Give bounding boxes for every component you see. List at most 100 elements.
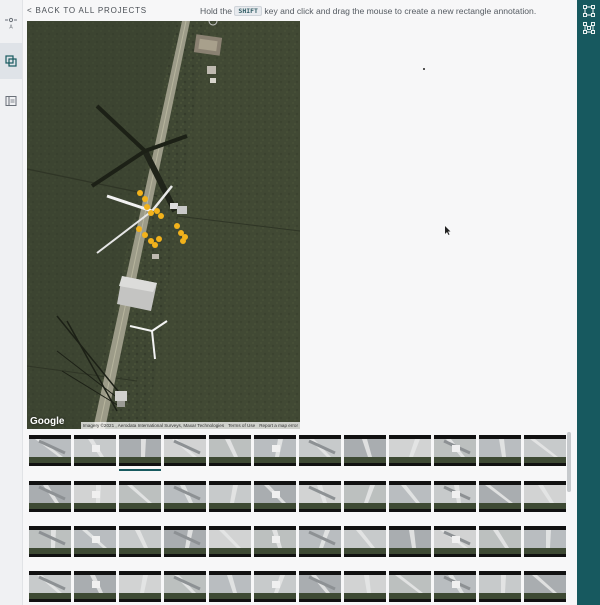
thumbnail-image: [209, 435, 251, 466]
thumbnail-image: [524, 435, 566, 466]
thumbnail-item[interactable]: [524, 435, 566, 466]
thumbnail-image: [524, 571, 566, 602]
shift-key-badge: SHIFT: [234, 6, 262, 16]
thumbnail-item[interactable]: [389, 435, 431, 466]
thumbnail-item[interactable]: [119, 571, 161, 602]
thumbnail-item[interactable]: [299, 435, 341, 466]
thumbnail-image: [29, 481, 71, 512]
thumbnail-image: [434, 571, 476, 602]
thumbnail-item[interactable]: [164, 481, 206, 512]
layers-tool-button[interactable]: [0, 43, 22, 79]
thumbnail-image: [254, 481, 296, 512]
thumbnail-item[interactable]: [479, 526, 521, 557]
thumbnail-image: [209, 571, 251, 602]
right-toolbar: [577, 0, 600, 605]
thumbnail-image: [254, 526, 296, 557]
imagery-credit: Imagery ©2021 , Aerodata International S…: [82, 423, 225, 428]
thumbnail-item[interactable]: [344, 526, 386, 557]
report-map-error-link[interactable]: Report a map error: [259, 423, 298, 428]
google-logo: Google: [30, 416, 65, 427]
thumbnail-item[interactable]: [164, 435, 206, 466]
thumbnail-item[interactable]: [74, 526, 116, 557]
thumbnail-item[interactable]: [389, 481, 431, 512]
panel-icon: [5, 96, 17, 106]
thumbnail-item[interactable]: [164, 526, 206, 557]
thumbnail-item[interactable]: [389, 526, 431, 557]
thumbnail-item[interactable]: [479, 435, 521, 466]
thumbnail-image: [299, 571, 341, 602]
thumbnail-item[interactable]: [119, 435, 161, 466]
thumbnail-item[interactable]: [74, 435, 116, 466]
thumbnail-item[interactable]: [254, 526, 296, 557]
thumbnail-image: [74, 481, 116, 512]
thumbnail-image: [119, 435, 161, 466]
thumbnail-image: [389, 481, 431, 512]
thumbnail-item[interactable]: [254, 481, 296, 512]
thumbnail-image: [479, 481, 521, 512]
hint-text-before: Hold the: [200, 6, 233, 16]
thumbnail-item[interactable]: [29, 526, 71, 557]
thumbnail-item[interactable]: [29, 571, 71, 602]
thumbnail-item[interactable]: [524, 526, 566, 557]
thumbnail-item[interactable]: [209, 526, 251, 557]
thumbnail-item[interactable]: [74, 571, 116, 602]
thumbnail-item[interactable]: [119, 526, 161, 557]
thumbnail-image: [29, 435, 71, 466]
thumbnail-item[interactable]: [209, 481, 251, 512]
thumbnail-item[interactable]: [434, 571, 476, 602]
thumbnail-item[interactable]: [209, 571, 251, 602]
thumbnail-image: [164, 526, 206, 557]
panel-tool-button[interactable]: [0, 83, 22, 119]
thumbnail-image: [119, 526, 161, 557]
thumbnail-image: [344, 481, 386, 512]
thumbnail-item[interactable]: [344, 435, 386, 466]
thumbnail-item[interactable]: [299, 571, 341, 602]
thumbnail-item[interactable]: [479, 481, 521, 512]
text-annotation-icon: A: [5, 17, 17, 29]
thumbnail-item[interactable]: [209, 435, 251, 466]
thumbnail-item[interactable]: [434, 526, 476, 557]
thumbnail-image: [254, 435, 296, 466]
bounding-box-tool-button[interactable]: [580, 3, 597, 18]
thumbnail-item[interactable]: [479, 571, 521, 602]
satellite-map[interactable]: Google Imagery ©2021 , Aerodata Internat…: [27, 21, 300, 429]
svg-text:A: A: [9, 25, 13, 30]
thumbnail-item[interactable]: [29, 481, 71, 512]
thumbnail-item[interactable]: [434, 435, 476, 466]
thumbnail-image: [119, 481, 161, 512]
thumbnail-image: [209, 481, 251, 512]
thumbnail-item[interactable]: [74, 481, 116, 512]
thumbnail-image: [74, 571, 116, 602]
thumbnail-scrollbar[interactable]: [567, 432, 571, 492]
thumbnail-image: [164, 435, 206, 466]
thumbnail-image: [344, 571, 386, 602]
thumbnail-item[interactable]: [434, 481, 476, 512]
thumbnail-image: [29, 571, 71, 602]
text-annotation-tool-button[interactable]: A: [0, 5, 22, 41]
thumbnail-item[interactable]: [254, 435, 296, 466]
thumbnail-item[interactable]: [299, 526, 341, 557]
thumbnail-item[interactable]: [29, 435, 71, 466]
thumbnail-image: [299, 526, 341, 557]
terms-of-use-link[interactable]: Terms of Use: [228, 423, 255, 428]
thumbnail-item[interactable]: [344, 481, 386, 512]
cursor-dot: [423, 68, 425, 70]
thumbnail-item[interactable]: [119, 481, 161, 512]
thumbnail-image: [299, 481, 341, 512]
back-to-projects-link[interactable]: < BACK TO ALL PROJECTS: [27, 6, 147, 15]
thumbnail-item[interactable]: [524, 571, 566, 602]
thumbnail-image: [389, 526, 431, 557]
thumbnail-image: [254, 571, 296, 602]
thumbnail-item[interactable]: [164, 571, 206, 602]
thumbnail-image: [524, 526, 566, 557]
image-thumbnail-grid: [27, 432, 567, 605]
thumbnail-item[interactable]: [389, 571, 431, 602]
thumbnail-image: [209, 526, 251, 557]
thumbnail-image: [389, 435, 431, 466]
thumbnail-item[interactable]: [299, 481, 341, 512]
thumbnail-item[interactable]: [344, 571, 386, 602]
thumbnail-item[interactable]: [524, 481, 566, 512]
thumbnail-item[interactable]: [254, 571, 296, 602]
polygon-tool-button[interactable]: [580, 20, 597, 35]
thumbnail-image: [434, 526, 476, 557]
